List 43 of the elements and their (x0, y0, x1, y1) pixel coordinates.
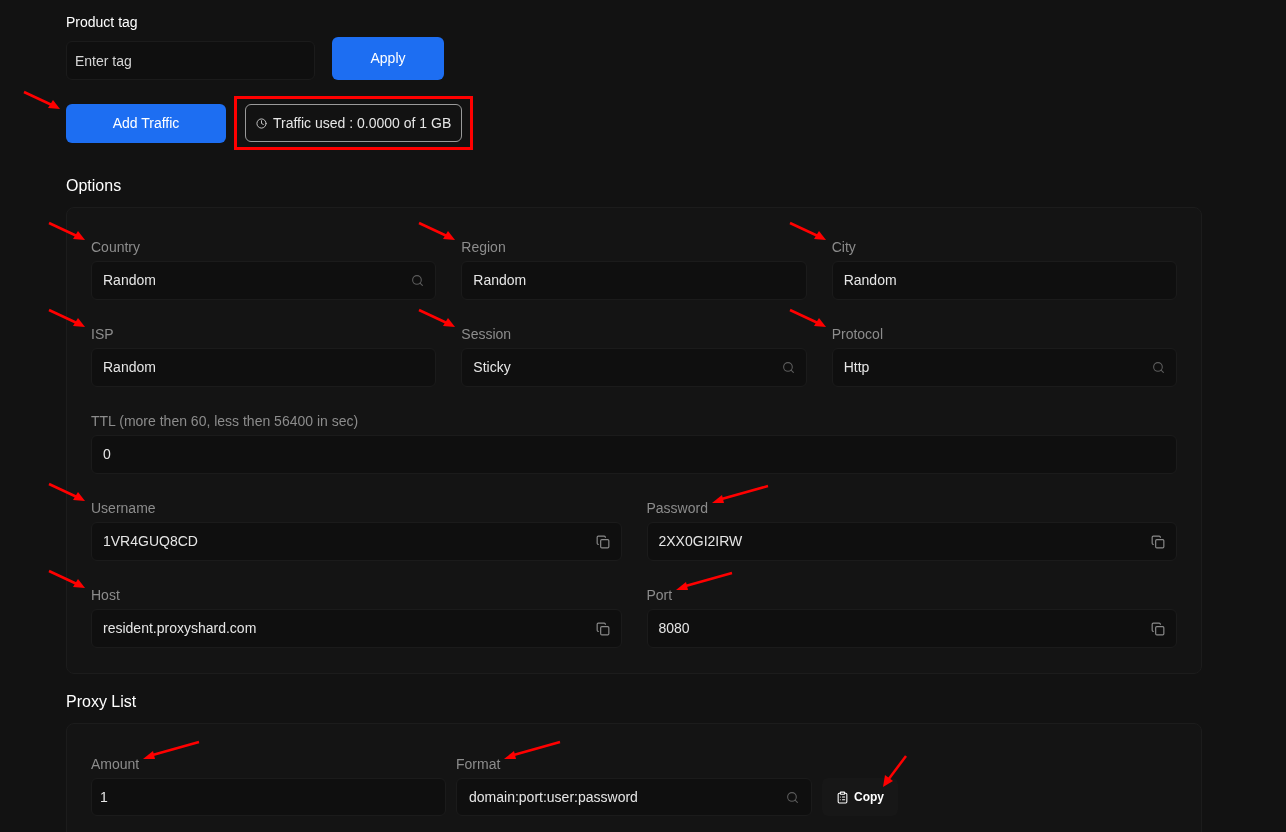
input-field[interactable]: Random (831, 261, 1177, 300)
input-field[interactable]: Random (91, 348, 437, 387)
section-heading: Proxy List (66, 692, 138, 712)
field-label: ISP (91, 326, 114, 342)
field-label: Password (646, 500, 708, 516)
apply-button[interactable]: Apply (332, 37, 444, 80)
clock-icon (256, 117, 267, 129)
field-label: TTL (more then 60, less then 56400 in sec) (91, 413, 359, 429)
input-field[interactable]: 1VR4GUQ8CD (91, 522, 622, 561)
search-icon[interactable] (786, 790, 799, 804)
section-label: Product tag (66, 13, 139, 31)
traffic-used-badge: Traffic used : 0.0000 of 1 GB (245, 104, 463, 142)
clipboard-icon (836, 790, 849, 804)
field-label: Port (646, 587, 673, 603)
field-label: Amount (91, 756, 140, 772)
input-field[interactable]: Random (91, 261, 437, 300)
amount-field[interactable]: 1 (91, 778, 446, 816)
tag-input-field[interactable]: Enter tag (66, 41, 315, 80)
input-field[interactable]: 8080 (646, 609, 1177, 648)
input-field[interactable]: resident.proxyshard.com (91, 609, 622, 648)
section-heading: Options (66, 176, 123, 196)
copy-icon[interactable] (595, 534, 610, 549)
copy-icon[interactable] (595, 621, 610, 636)
format-field[interactable]: domain:port:user:password (456, 778, 812, 816)
search-icon[interactable] (1152, 361, 1165, 374)
copy-icon[interactable] (1151, 621, 1165, 636)
input-field[interactable]: Http (831, 348, 1177, 387)
field-label: Username (91, 500, 156, 516)
search-icon[interactable] (411, 274, 425, 287)
field-label: Format (456, 756, 501, 772)
field-label: Region (461, 239, 506, 255)
add-traffic-button[interactable]: Add Traffic (66, 103, 226, 143)
field-label: Session (461, 326, 512, 342)
input-field[interactable]: Random (461, 261, 807, 300)
field-label: Protocol (831, 326, 883, 342)
input-field[interactable]: Sticky (461, 348, 807, 387)
input-field[interactable]: 0 (91, 435, 1177, 474)
field-label: Country (91, 239, 141, 255)
field-label: City (831, 239, 856, 255)
input-field[interactable]: 2XX0GI2IRW (646, 522, 1177, 561)
field-label: Host (91, 587, 120, 603)
copy-icon[interactable] (1151, 534, 1165, 549)
search-icon[interactable] (781, 361, 795, 374)
